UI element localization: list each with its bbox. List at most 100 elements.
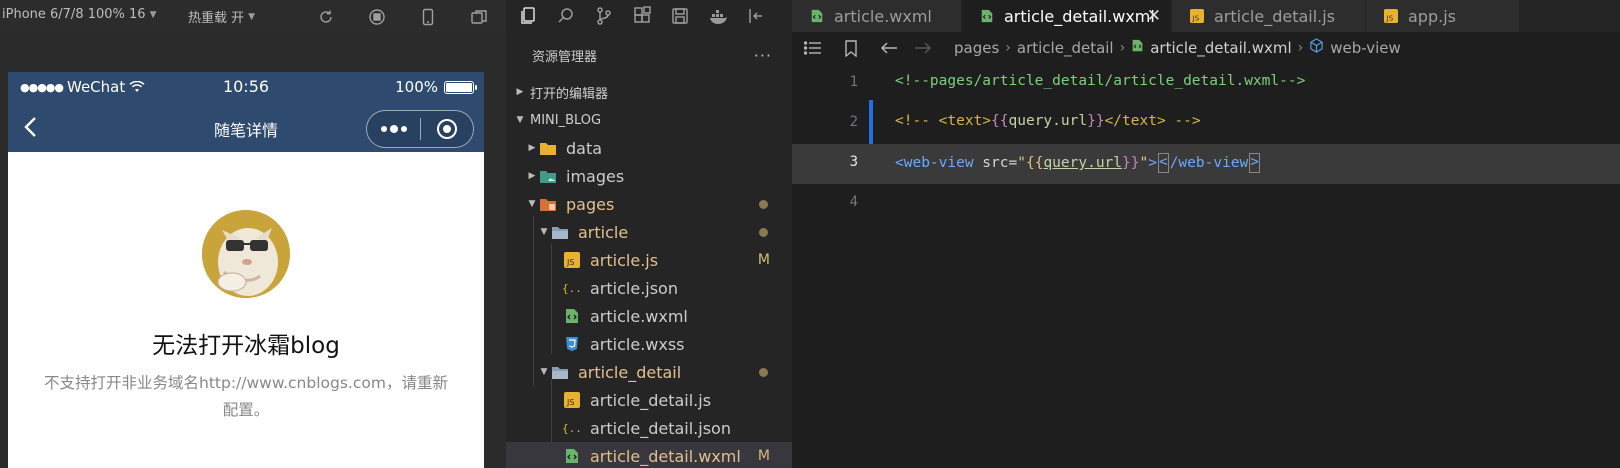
forward-icon[interactable] <box>914 40 932 60</box>
token: <text> <box>938 113 992 129</box>
cat-avatar <box>202 210 290 298</box>
tab-article-detail-js[interactable]: JS article_detail.js <box>1172 0 1366 32</box>
back-icon[interactable] <box>880 40 898 60</box>
json-file-icon: {..} <box>562 279 582 297</box>
svg-text:JS: JS <box>566 398 574 407</box>
phone-icon[interactable] <box>419 8 437 26</box>
chevron-right-icon: ▶ <box>528 171 536 181</box>
code-line-current[interactable]: 3 <web-view src="{{query.url}}"> </web-vi… <box>792 144 1620 184</box>
section-label: 打开的编辑器 <box>530 86 609 102</box>
source-control-icon[interactable] <box>594 6 614 26</box>
tab-article-wxml[interactable]: article.wxml <box>792 0 962 32</box>
token: <web-view <box>895 155 974 171</box>
explorer-panel: 资源管理器 ··· ▶ 打开的编辑器 ▼ MINI_BLOG ▶ data ▶ … <box>506 0 792 468</box>
editor-panel: article.wxml article_detail.wxml ✕ JS ar… <box>792 0 1620 468</box>
line-number: 4 <box>849 194 858 210</box>
project-section[interactable]: ▼ MINI_BLOG <box>506 106 792 134</box>
tree-item-article-detail[interactable]: ▼ article_detail <box>506 358 792 386</box>
battery-icon <box>444 80 477 94</box>
list-icon[interactable] <box>803 40 822 60</box>
tree-item-article-json[interactable]: {..} article.json <box>506 274 792 302</box>
line-number: 1 <box>849 74 858 90</box>
tree-item-pages[interactable]: ▼ pages <box>506 190 792 218</box>
code-editor[interactable]: 1 <!--pages/article_detail/article_detai… <box>792 64 1620 468</box>
open-editors-section[interactable]: ▶ 打开的编辑器 <box>506 78 792 106</box>
code-line[interactable]: 2 <!-- <text>{{query.url}}</text> --> <box>792 104 1620 144</box>
docker-icon[interactable] <box>708 6 728 26</box>
token: " <box>1017 155 1026 171</box>
chevron-right-icon: ▶ <box>528 143 536 153</box>
file-tree: ▶ 打开的编辑器 ▼ MINI_BLOG ▶ data ▶ images ▼ p… <box>506 78 792 468</box>
explorer-header: 资源管理器 ··· <box>506 32 792 78</box>
tab-app-js[interactable]: JS app.js <box>1366 0 1520 32</box>
tree-item-article-js[interactable]: JS article.js M <box>506 246 792 274</box>
more-icon[interactable] <box>367 124 420 134</box>
tree-item-label: data <box>566 138 603 158</box>
files-icon[interactable] <box>518 6 538 26</box>
modified-dot <box>759 367 768 377</box>
breadcrumb-item[interactable]: article_detail <box>1017 39 1114 57</box>
token: query.url <box>1008 113 1088 129</box>
collapse-panel-icon[interactable] <box>746 6 766 26</box>
tree-item-label: article.json <box>590 278 678 298</box>
tree-item-article[interactable]: ▼ article <box>506 218 792 246</box>
tree-item-article-detail-js[interactable]: JS article_detail.js <box>506 386 792 414</box>
phone-screen: ●●●●● WeChat 10:56 100% 随笔详情 无法打开冰霜blog … <box>8 72 484 468</box>
error-page: 无法打开冰霜blog 不支持打开非业务域名http://www.cnblogs.… <box>8 152 484 468</box>
svg-text:{..}: {..} <box>562 422 582 435</box>
js-file-icon: JS <box>1190 9 1204 23</box>
close-icon[interactable]: ✕ <box>1147 6 1161 26</box>
bookmark-icon[interactable] <box>844 40 858 61</box>
js-file-icon: JS <box>562 251 582 269</box>
section-label: MINI_BLOG <box>530 112 602 128</box>
extensions-icon[interactable] <box>632 6 652 26</box>
breadcrumb-item[interactable]: article_detail.wxml <box>1150 39 1291 57</box>
breadcrumb: pages › article_detail › article_detail.… <box>792 32 1620 64</box>
cube-icon <box>1309 38 1324 57</box>
stop-icon[interactable] <box>368 8 386 26</box>
breadcrumb-item[interactable]: pages <box>954 39 999 57</box>
breadcrumb-item[interactable]: web-view <box>1330 39 1401 57</box>
chevron-right-icon: › <box>1297 39 1304 56</box>
js-file-icon: JS <box>1384 9 1398 23</box>
refresh-icon[interactable] <box>317 8 335 26</box>
line-text: <!--pages/article_detail/article_detail.… <box>895 73 1306 89</box>
tree-item-article-wxml[interactable]: article.wxml <box>506 302 792 330</box>
svg-text:{..}: {..} <box>562 282 582 295</box>
close-miniprogram-icon[interactable] <box>421 118 473 140</box>
tab-label: article.wxml <box>834 6 932 26</box>
tree-item-article-detail-json[interactable]: {..} article_detail.json <box>506 414 792 442</box>
tree-item-article-detail-wxml[interactable]: article_detail.wxml M <box>506 442 792 468</box>
editor-tabs: article.wxml article_detail.wxml ✕ JS ar… <box>792 0 1620 32</box>
token: --> <box>1165 113 1201 129</box>
chevron-down-icon: ▼ <box>248 11 256 22</box>
battery-fill <box>446 82 472 92</box>
wxml-file-icon <box>562 447 582 465</box>
hot-reload-label: 热重载 开 <box>188 11 245 26</box>
bracket-match-box: < <box>1157 153 1169 173</box>
tree-item-article-wxss[interactable]: article.wxss <box>506 330 792 358</box>
tab-label: article_detail.js <box>1214 6 1336 26</box>
tree-item-images[interactable]: ▶ images <box>506 162 792 190</box>
chevron-down-icon: ▼ <box>149 9 157 20</box>
token: }} <box>1122 155 1140 171</box>
search-icon[interactable] <box>556 6 576 26</box>
tab-label: app.js <box>1408 6 1456 26</box>
save-icon[interactable] <box>670 6 690 26</box>
device-dropdown[interactable]: iPhone 6/7/8 100% 16 ▼ <box>2 7 156 22</box>
more-actions-icon[interactable]: ··· <box>754 46 772 65</box>
tree-item-data[interactable]: ▶ data <box>506 134 792 162</box>
tab-article-detail-wxml[interactable]: article_detail.wxml ✕ <box>962 0 1172 32</box>
capsule-menu <box>366 110 474 148</box>
code-line[interactable]: 4 <box>792 184 1620 224</box>
tree-item-label: images <box>566 166 625 186</box>
code-line[interactable]: 1 <!--pages/article_detail/article_detai… <box>792 64 1620 104</box>
chevron-down-icon: ▼ <box>540 367 548 377</box>
status-bar: ●●●●● WeChat 10:56 100% <box>8 72 484 102</box>
git-status-badge: M <box>757 252 770 268</box>
svg-text:JS: JS <box>566 258 574 267</box>
error-description: 不支持打开非业务域名http://www.cnblogs.com，请重新配置。 <box>44 374 448 419</box>
detach-window-icon[interactable] <box>470 8 488 26</box>
token: query.url <box>1043 155 1123 171</box>
hot-reload-dropdown[interactable]: 热重载 开 ▼ <box>188 7 255 26</box>
